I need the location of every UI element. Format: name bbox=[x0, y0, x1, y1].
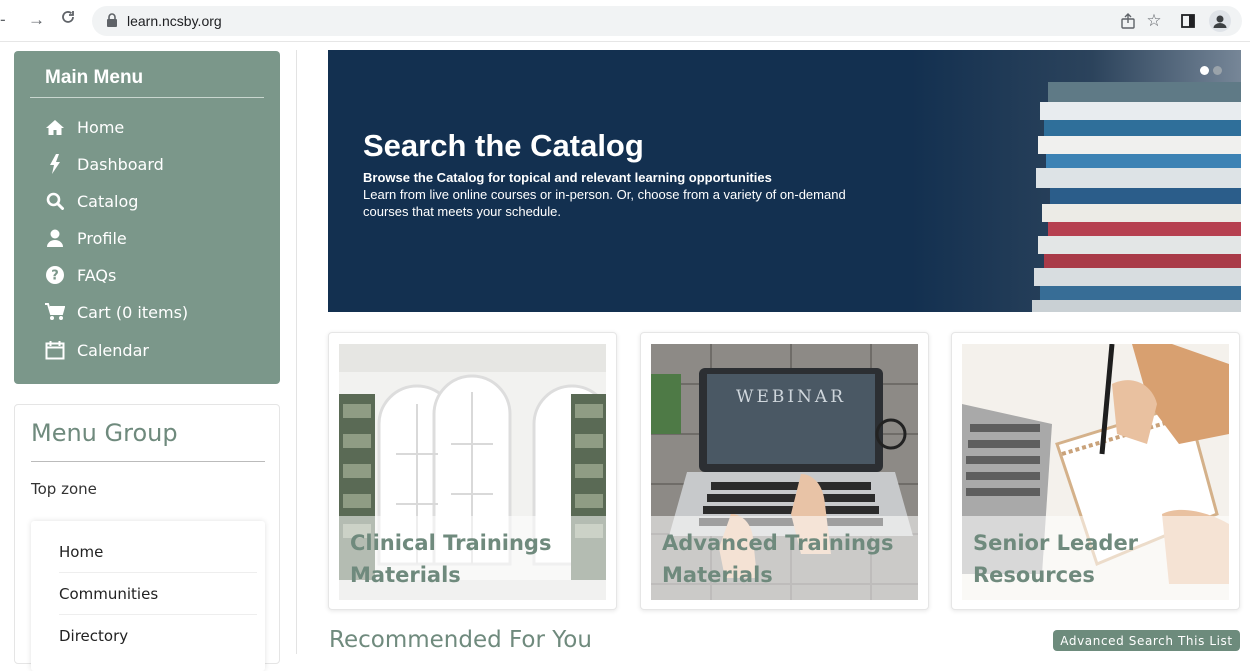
card-label: Advanced Trainings Materials bbox=[651, 516, 918, 600]
card-clinical-trainings[interactable]: Clinical Trainings Materials bbox=[328, 332, 617, 610]
browser-toolbar: - → learn.ncsby.org ☆ bbox=[0, 0, 1250, 42]
svg-text:?: ? bbox=[51, 269, 59, 284]
back-button[interactable]: - bbox=[0, 10, 6, 30]
browser-actions: ☆ bbox=[1115, 8, 1233, 34]
divider bbox=[31, 461, 265, 462]
menu-group-list: Home Communities Directory bbox=[31, 521, 265, 671]
profile-avatar-icon[interactable] bbox=[1207, 8, 1233, 34]
sidebar-item-cart[interactable]: Cart (0 items) bbox=[44, 297, 188, 327]
card-label: Senior Leader Resources bbox=[962, 516, 1229, 600]
reload-button[interactable] bbox=[60, 9, 76, 30]
hero-title: Search the Catalog bbox=[363, 128, 644, 163]
writing-notebook-image: Senior Leader Resources bbox=[962, 344, 1229, 600]
menu-group-title: Menu Group bbox=[31, 419, 178, 447]
bookmark-star-icon[interactable]: ☆ bbox=[1141, 8, 1167, 34]
webinar-laptop-image: WEBINAR Advanced Trainings Materials bbox=[651, 344, 918, 600]
carousel-dots bbox=[1200, 66, 1222, 75]
url-text: learn.ncsby.org bbox=[127, 13, 222, 29]
calendar-icon bbox=[44, 340, 66, 360]
sidebar-item-home[interactable]: Home bbox=[44, 112, 124, 142]
home-icon bbox=[44, 117, 66, 137]
menu-group-item-home[interactable]: Home bbox=[59, 531, 257, 573]
bolt-icon bbox=[44, 154, 66, 174]
svg-text:WEBINAR: WEBINAR bbox=[736, 387, 846, 407]
main-menu-panel: Main Menu Home Dashboard Catalog Profile… bbox=[14, 51, 280, 384]
divider bbox=[30, 97, 264, 98]
hero-subtitle: Browse the Catalog for topical and relev… bbox=[363, 170, 772, 185]
user-icon bbox=[44, 228, 66, 248]
card-advanced-trainings[interactable]: WEBINAR Advanced Trainings Materials bbox=[640, 332, 929, 610]
card-senior-leader[interactable]: Senior Leader Resources bbox=[951, 332, 1240, 610]
hero-description: Learn from live online courses or in-per… bbox=[363, 187, 846, 219]
book-stack-image bbox=[1032, 82, 1241, 312]
sidebar-item-label: Catalog bbox=[77, 191, 139, 211]
column-divider bbox=[296, 50, 297, 654]
library-image: Clinical Trainings Materials bbox=[339, 344, 606, 600]
zone-label: Top zone bbox=[31, 480, 97, 498]
main-menu-title: Main Menu bbox=[45, 67, 144, 88]
cart-icon bbox=[44, 302, 66, 322]
hero-banner[interactable]: Search the Catalog Browse the Catalog fo… bbox=[328, 50, 1241, 312]
card-label: Clinical Trainings Materials bbox=[339, 516, 606, 600]
lock-icon bbox=[107, 13, 117, 27]
sidebar-item-dashboard[interactable]: Dashboard bbox=[44, 149, 164, 179]
carousel-dot[interactable] bbox=[1213, 66, 1222, 75]
sidebar-item-label: Home bbox=[77, 117, 125, 137]
question-icon: ? bbox=[44, 265, 66, 285]
recommended-heading: Recommended For You bbox=[329, 627, 592, 653]
menu-group-item-directory[interactable]: Directory bbox=[59, 615, 257, 657]
sidebar-item-calendar[interactable]: Calendar bbox=[44, 335, 149, 365]
forward-button[interactable]: → bbox=[28, 10, 45, 30]
share-icon[interactable] bbox=[1115, 8, 1141, 34]
advanced-search-button[interactable]: Advanced Search This List bbox=[1053, 630, 1240, 651]
menu-group-panel: Menu Group Top zone Home Communities Dir… bbox=[14, 404, 280, 671]
sidebar-item-label: Dashboard bbox=[77, 154, 164, 174]
side-panel-icon[interactable] bbox=[1175, 8, 1201, 34]
carousel-dot-active[interactable] bbox=[1200, 66, 1209, 75]
sidebar-item-label: Profile bbox=[77, 228, 127, 248]
sidebar-item-label: Cart (0 items) bbox=[77, 302, 189, 322]
menu-group-item-communities[interactable]: Communities bbox=[59, 573, 257, 615]
sidebar-item-label: FAQs bbox=[77, 265, 117, 285]
sidebar-item-profile[interactable]: Profile bbox=[44, 223, 127, 253]
sidebar-item-catalog[interactable]: Catalog bbox=[44, 186, 138, 216]
address-bar[interactable]: learn.ncsby.org bbox=[92, 6, 1242, 36]
search-icon bbox=[44, 191, 66, 211]
reload-icon bbox=[62, 11, 74, 23]
sidebar-item-label: Calendar bbox=[77, 340, 149, 360]
sidebar-item-faqs[interactable]: ? FAQs bbox=[44, 260, 116, 290]
